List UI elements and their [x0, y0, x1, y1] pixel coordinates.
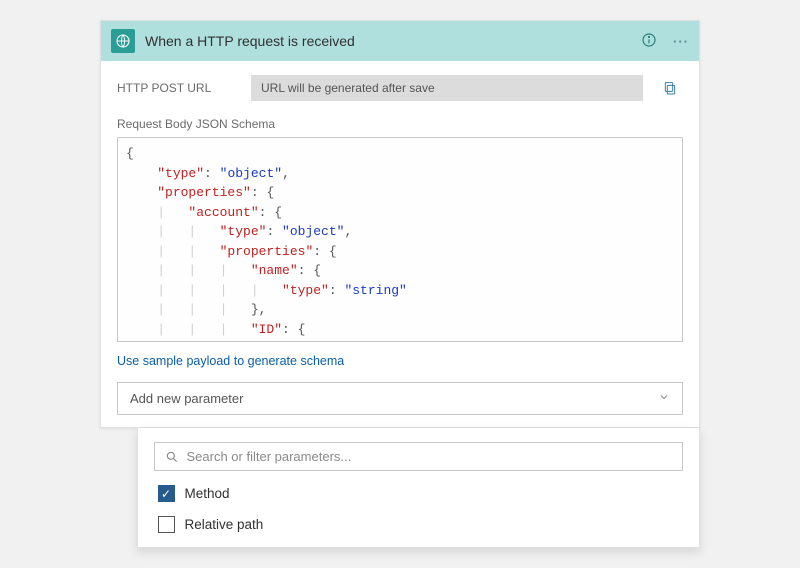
card-body: HTTP POST URL URL will be generated afte… — [101, 61, 699, 427]
chevron-down-icon — [658, 391, 670, 406]
option-relative-path[interactable]: Relative path — [154, 516, 683, 533]
parameter-search-input[interactable]: Search or filter parameters... — [154, 442, 683, 471]
schema-editor[interactable]: { "type": "object", "properties": { | "a… — [117, 137, 683, 342]
more-menu-icon[interactable]: ··· — [673, 34, 689, 49]
http-globe-icon — [111, 29, 135, 53]
http-url-value: URL will be generated after save — [251, 75, 643, 101]
schema-code: { "type": "object", "properties": { | "a… — [126, 142, 674, 339]
add-parameter-dropdown[interactable]: Add new parameter — [117, 382, 683, 415]
schema-label: Request Body JSON Schema — [117, 117, 683, 131]
option-method[interactable]: Method — [154, 485, 683, 502]
relative-path-checkbox[interactable] — [158, 516, 175, 533]
use-sample-payload-link[interactable]: Use sample payload to generate schema — [117, 354, 683, 368]
info-icon[interactable] — [641, 32, 657, 51]
copy-icon — [662, 80, 678, 96]
method-label: Method — [185, 486, 230, 501]
copy-url-button[interactable] — [657, 75, 683, 101]
search-placeholder: Search or filter parameters... — [187, 449, 352, 464]
add-parameter-label: Add new parameter — [130, 391, 243, 406]
method-checkbox[interactable] — [158, 485, 175, 502]
http-url-label: HTTP POST URL — [117, 81, 237, 95]
card-title: When a HTTP request is received — [145, 33, 631, 49]
http-url-row: HTTP POST URL URL will be generated afte… — [117, 75, 683, 101]
card-header: When a HTTP request is received ··· — [101, 21, 699, 61]
trigger-card: When a HTTP request is received ··· HTTP… — [100, 20, 700, 428]
search-icon — [165, 450, 179, 464]
parameter-dropdown-panel: Search or filter parameters... Method Re… — [137, 428, 700, 548]
